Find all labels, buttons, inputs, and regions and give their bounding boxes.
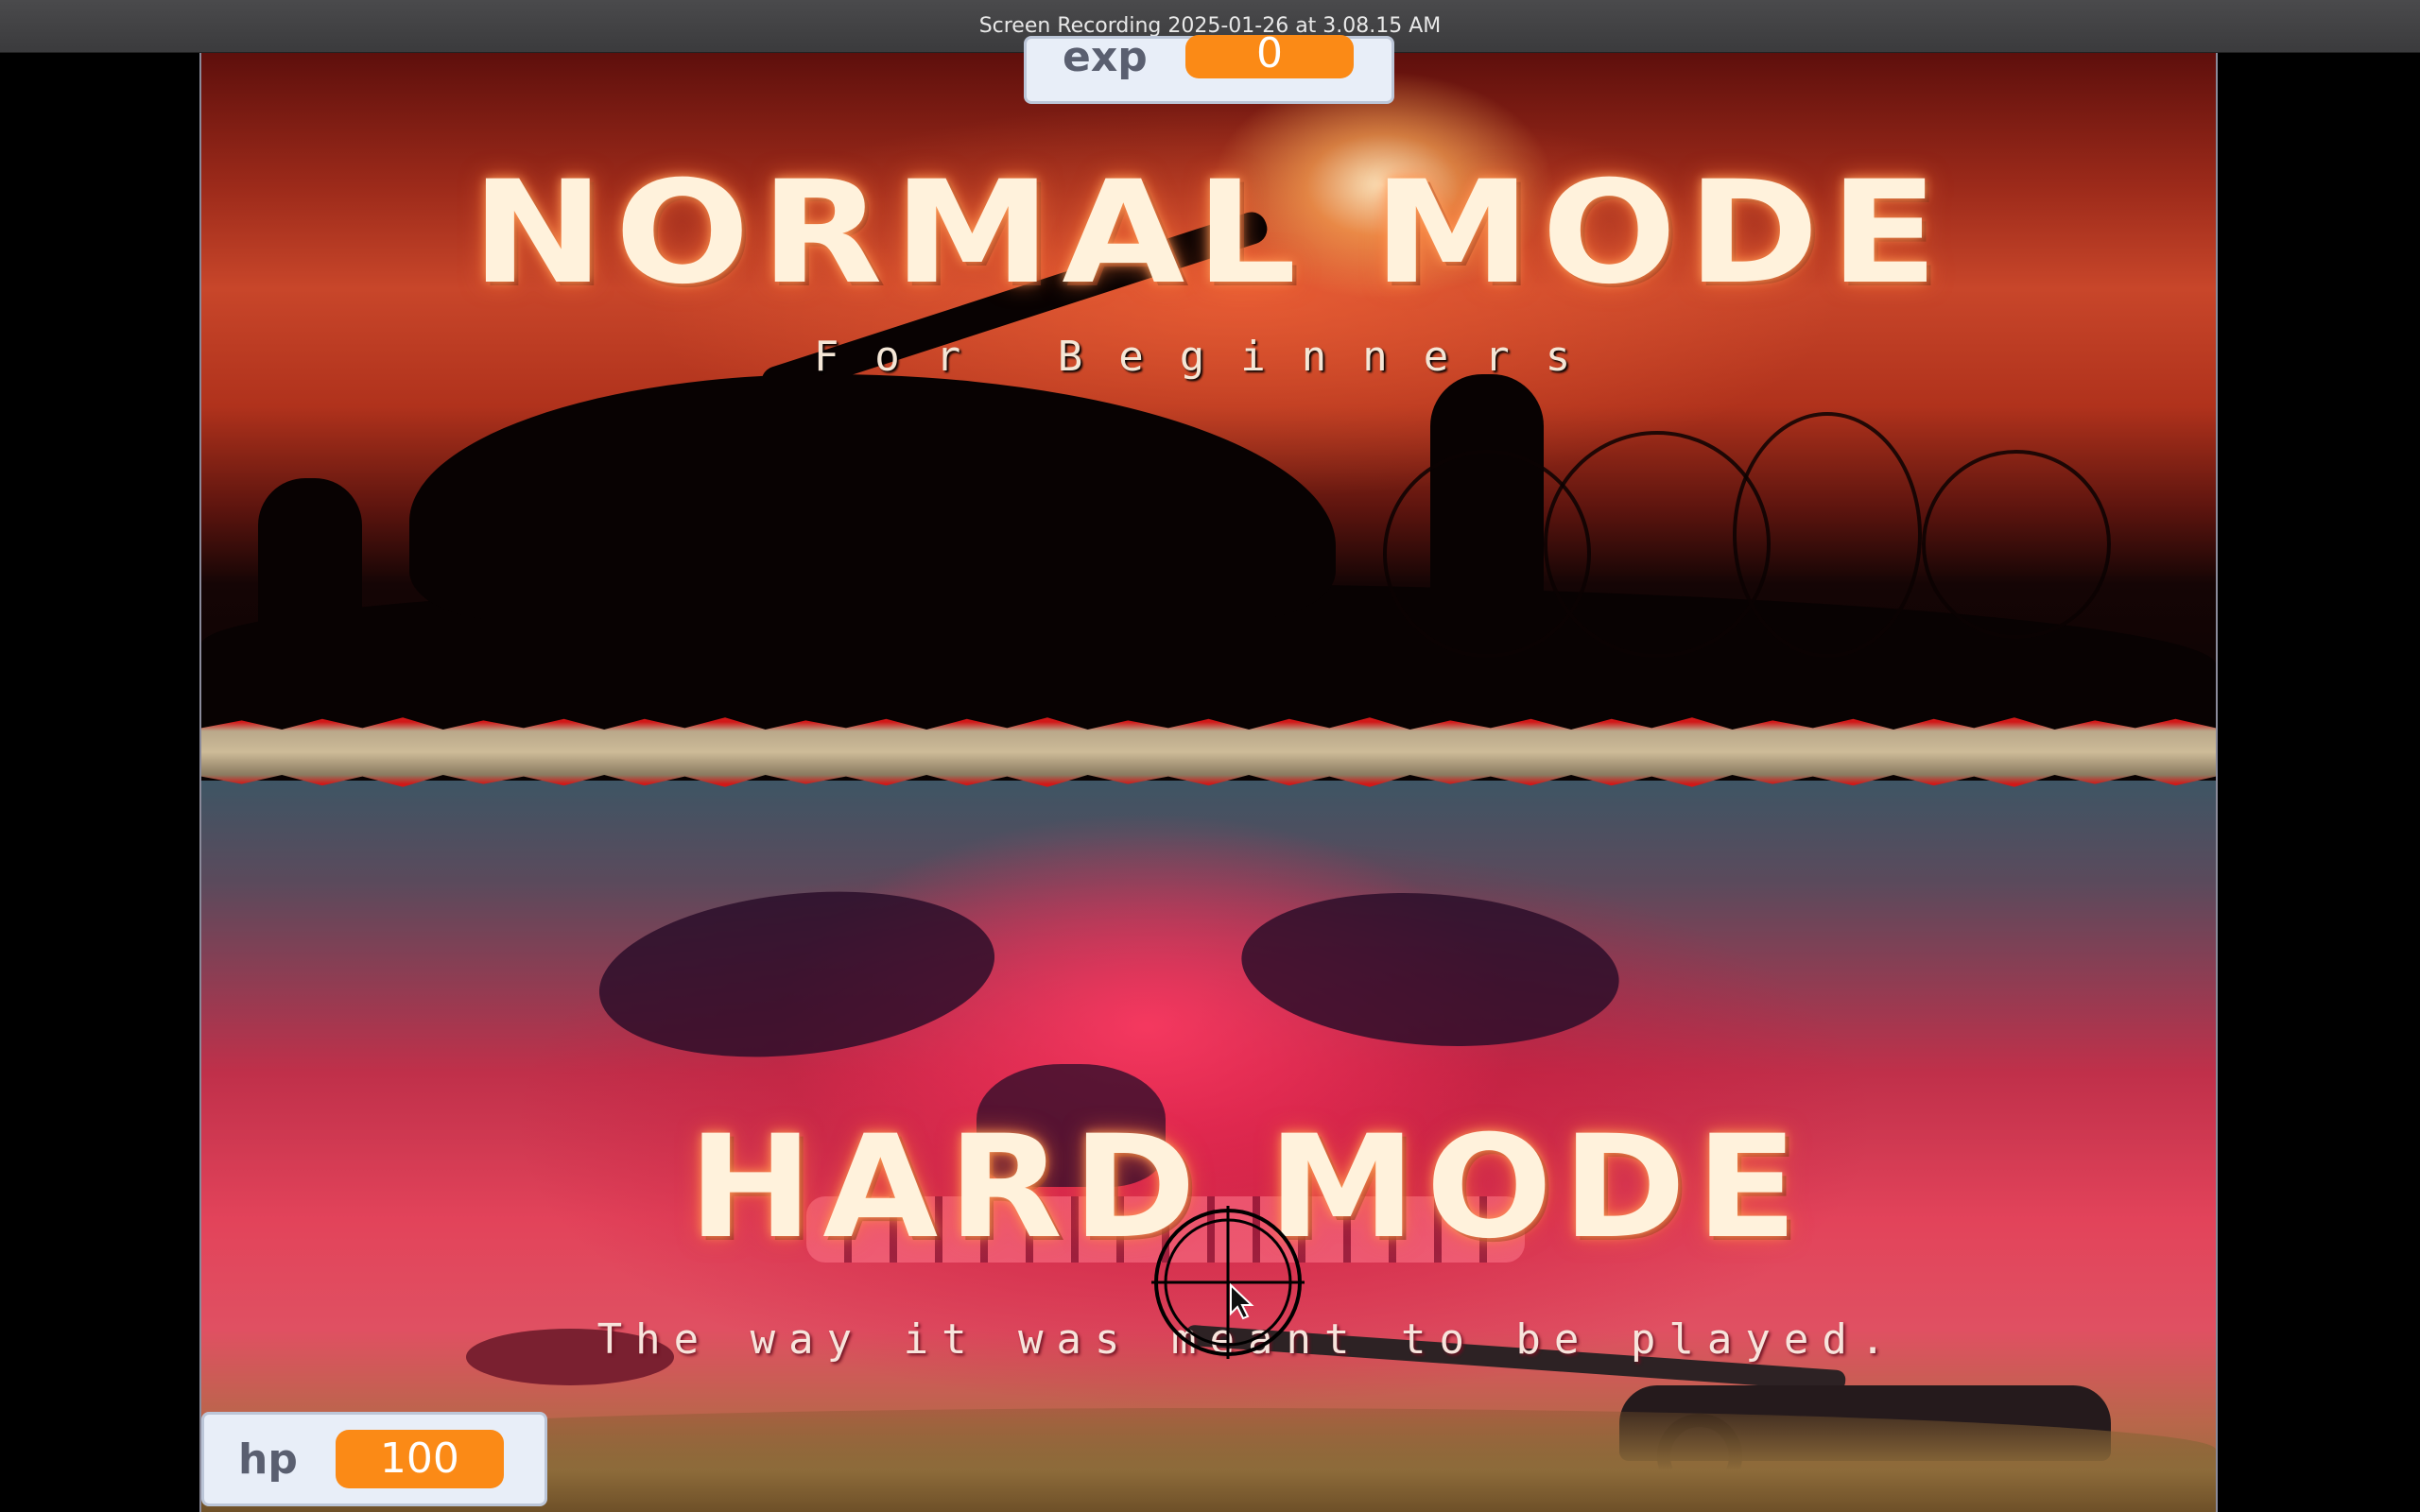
skull-eye — [591, 873, 1003, 1075]
exp-label: exp — [1063, 32, 1148, 81]
hp-value: 100 — [335, 1430, 504, 1488]
hard-mode-subtitle: The way it was meant to be played. — [596, 1315, 1899, 1364]
soldier-silhouette — [258, 478, 362, 762]
hp-label: hp — [238, 1435, 298, 1484]
cannon-silhouette — [409, 374, 1336, 620]
torn-divider — [201, 717, 2216, 787]
normal-mode-button[interactable]: NORMAL MODE — [0, 151, 2420, 316]
exp-value: 0 — [1185, 33, 1354, 78]
barbed-wire — [1733, 412, 1922, 658]
barbed-wire — [1922, 450, 2111, 639]
hard-mode-button[interactable]: HARD MODE — [0, 1106, 2420, 1270]
skull-eye — [1236, 881, 1625, 1058]
normal-mode-subtitle: For Beginners — [813, 333, 1607, 381]
exp-monitor: exp 0 — [1024, 32, 1394, 104]
hp-monitor: hp 100 — [201, 1412, 547, 1506]
